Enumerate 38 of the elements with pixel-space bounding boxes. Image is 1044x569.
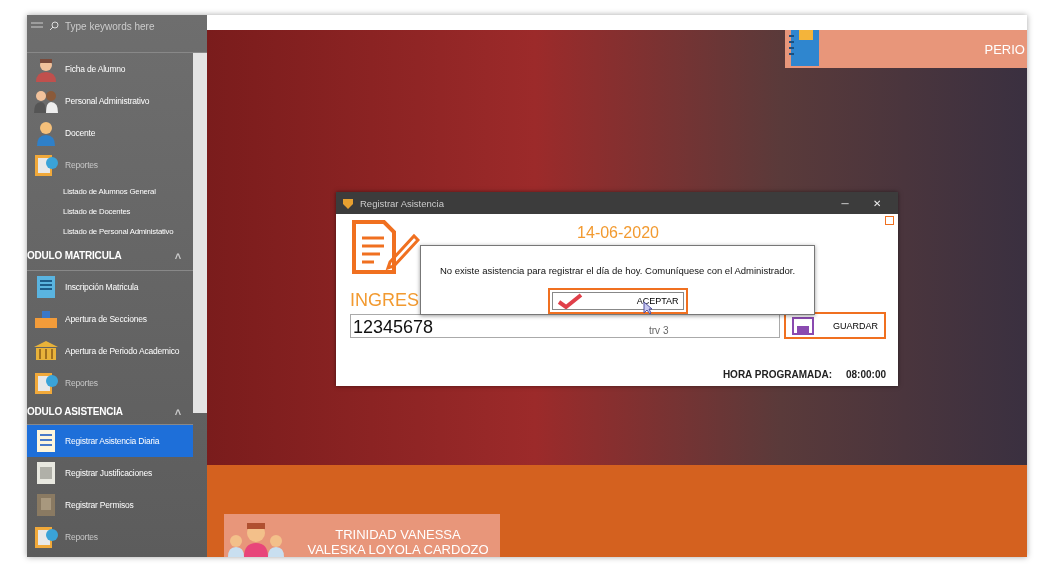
search-field[interactable]: Type keywords here: [65, 21, 195, 32]
report-icon: [33, 524, 59, 550]
square-icon: [885, 216, 894, 225]
sidebar-item[interactable]: Registrar Asistencia Diaria: [27, 425, 193, 457]
period-label: PERIO: [984, 41, 1026, 57]
floppy-icon: [792, 316, 814, 335]
sidebar-item[interactable]: Ficha de Alumno: [27, 53, 193, 85]
sidebar-item[interactable]: Registrar Justificaciones: [27, 457, 193, 489]
window-title: Registrar Asistencia: [360, 197, 445, 209]
sidebar-item[interactable]: Apertura de Periodo Academico: [27, 335, 193, 367]
save-button[interactable]: GUARDAR: [784, 312, 886, 339]
student-icon: [33, 56, 59, 82]
shield-icon: [342, 197, 354, 209]
menu-icon[interactable]: [31, 21, 43, 31]
check-icon: [556, 293, 583, 309]
minimize-button[interactable]: ─: [832, 197, 858, 209]
close-button[interactable]: ✕: [864, 197, 890, 209]
search-icon: [49, 21, 59, 31]
user-name: TRINIDAD VANESSA VALESKA LOYOLA CARDOZO: [306, 527, 490, 557]
document-pen-icon: [350, 218, 420, 276]
date-label: 14-06-2020: [576, 223, 660, 242]
report-icon: [33, 370, 59, 396]
sidebar-item[interactable]: Registrar Permisos: [27, 489, 193, 521]
message-text: No existe asistencia para registrar el día de hoy. Comuníquese con el Administrador.: [439, 265, 796, 276]
sidebar-item[interactable]: Inscripción Matricula: [27, 271, 193, 303]
sidebar-item[interactable]: Personal Administrativo: [27, 85, 193, 117]
caret-icon[interactable]: ˄: [174, 405, 181, 418]
report-icon: [33, 152, 59, 178]
schedule-label: HORA PROGRAMADA:: [722, 369, 832, 380]
field-hint: trv 3: [649, 324, 669, 336]
field-label: INGRES: [350, 290, 419, 310]
schedule-time: 08:00:00: [845, 369, 886, 380]
sidebar-item[interactable]: Docente: [27, 117, 193, 149]
accept-button[interactable]: ACEPTAR: [547, 288, 688, 314]
sidebar-item[interactable]: Apertura de Secciones: [27, 303, 193, 335]
caret-icon[interactable]: ˄: [174, 249, 181, 262]
staff-icon: [33, 88, 59, 114]
scrollbar[interactable]: [193, 53, 207, 413]
